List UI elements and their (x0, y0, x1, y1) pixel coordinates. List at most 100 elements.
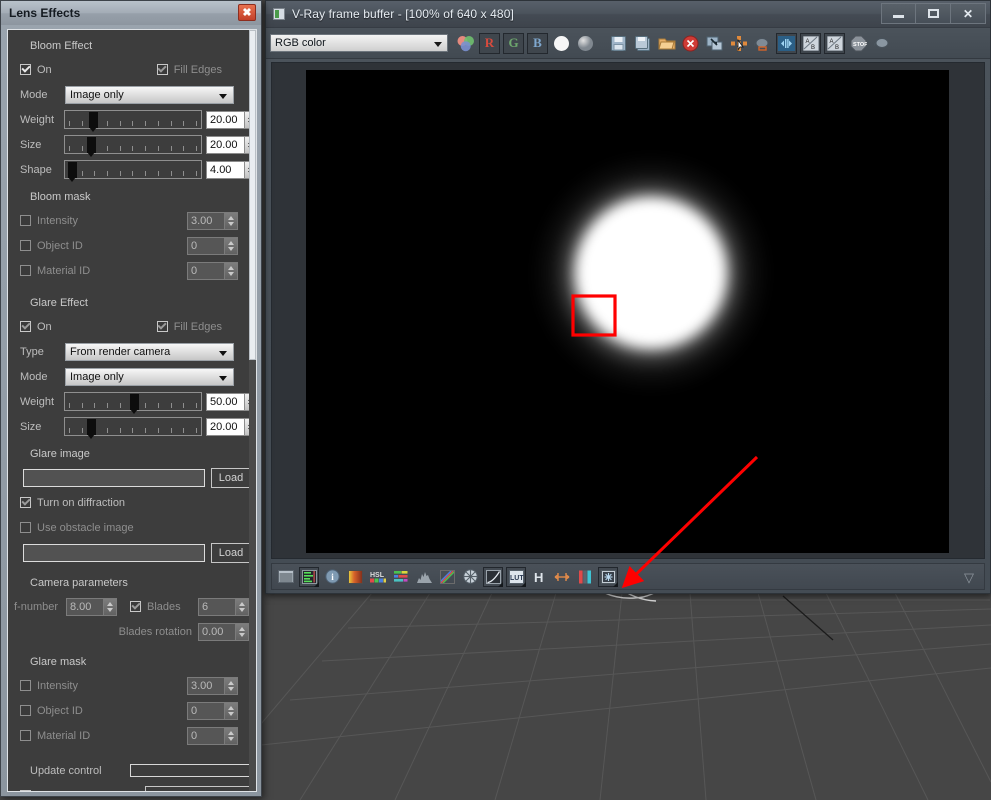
glare-mask-intensity-value[interactable]: 3.00 (187, 676, 225, 695)
glare-image-path-field[interactable] (23, 468, 205, 487)
channels-button[interactable] (299, 566, 319, 587)
color-corrections-button[interactable] (345, 567, 365, 587)
glare-type-select[interactable]: From render camera (65, 342, 234, 361)
glare-size-value[interactable]: 20.00 (206, 417, 246, 436)
blades-value[interactable]: 6 (198, 597, 236, 616)
slider-thumb[interactable] (130, 394, 140, 414)
vray-frame-buffer-window[interactable]: V-Ray frame buffer - [100% of 640 x 480]… (265, 0, 991, 594)
obstacle-path-field[interactable] (23, 543, 205, 562)
glare-mask-objectid-spinner[interactable] (225, 701, 238, 720)
exposure-button[interactable] (460, 567, 480, 587)
bloom-mask-objectid-checkbox[interactable] (20, 240, 31, 251)
hue-button[interactable]: H (529, 567, 549, 587)
track-mouse-button[interactable] (728, 33, 749, 54)
blades-rotation-spinner[interactable] (236, 622, 249, 641)
glare-on-checkbox[interactable] (20, 321, 31, 332)
slider-thumb[interactable] (87, 137, 97, 157)
glare-mask-intensity-checkbox[interactable] (20, 680, 31, 691)
rgb-channels-icon[interactable] (455, 33, 476, 54)
close-icon[interactable]: ✖ (238, 4, 256, 21)
bloom-mask-materialid-checkbox[interactable] (20, 265, 31, 276)
glare-mask-objectid-value[interactable]: 0 (187, 701, 225, 720)
bloom-mask-materialid-value[interactable]: 0 (187, 261, 225, 280)
color-curve-button[interactable] (437, 567, 457, 587)
blue-channel-button[interactable]: B (527, 32, 548, 54)
vfb-titlebar[interactable]: V-Ray frame buffer - [100% of 640 x 480]… (266, 1, 990, 28)
obstacle-load-button[interactable]: Load (211, 542, 251, 563)
fnumber-spinner[interactable] (104, 597, 117, 616)
load-image-button[interactable] (656, 33, 677, 54)
render-last-button[interactable] (752, 33, 773, 54)
bloom-weight-value[interactable]: 20.00 (206, 110, 246, 129)
curve-button[interactable] (483, 566, 503, 587)
save-image-button[interactable] (608, 33, 629, 54)
bloom-on-checkbox[interactable] (20, 64, 31, 75)
ab-compare-horizontal-button[interactable]: AB (800, 32, 821, 54)
bloom-mask-intensity-value[interactable]: 3.00 (187, 211, 225, 230)
red-channel-button[interactable]: R (479, 32, 500, 54)
lut-button[interactable]: LUT (506, 566, 526, 587)
alpha-grey-button[interactable] (575, 33, 596, 54)
lens-effects-scrollbar[interactable] (249, 30, 256, 791)
blades-checkbox[interactable] (130, 601, 141, 612)
slider-thumb[interactable] (87, 419, 97, 439)
bloom-mask-objectid-value[interactable]: 0 (187, 236, 225, 255)
glare-mask-intensity-spinner[interactable] (225, 676, 238, 695)
green-channel-button[interactable]: G (503, 32, 524, 54)
expand-panel-icon[interactable]: ▽ (964, 571, 974, 584)
start-render-button[interactable] (872, 33, 893, 54)
glare-mask-materialid-checkbox[interactable] (20, 730, 31, 741)
bloom-shape-value[interactable]: 4.00 (206, 160, 246, 179)
obstacle-image-checkbox[interactable] (20, 522, 31, 533)
bloom-shape-slider[interactable] (64, 160, 203, 182)
pixel-info-button[interactable]: i (322, 567, 342, 587)
glare-mask-materialid-value[interactable]: 0 (187, 726, 225, 745)
bloom-weight-slider[interactable] (64, 110, 203, 132)
glare-fill-edges-checkbox[interactable] (156, 321, 168, 332)
bloom-mask-intensity-checkbox[interactable] (20, 215, 31, 226)
ab-compare-vertical-button[interactable]: AB (824, 32, 845, 54)
bloom-mask-materialid-spinner[interactable] (225, 261, 238, 280)
glare-mode-select[interactable]: Image only (65, 367, 234, 386)
color-balance-button[interactable] (391, 567, 411, 587)
blades-rotation-value[interactable]: 0.00 (198, 622, 236, 641)
bloom-mask-intensity-spinner[interactable] (225, 211, 238, 230)
duplicate-vfb-button[interactable] (704, 33, 725, 54)
glare-size-slider[interactable] (64, 417, 203, 439)
glare-weight-value[interactable]: 50.00 (206, 392, 246, 411)
interactive-checkbox[interactable] (20, 790, 31, 791)
glare-mask-materialid-spinner[interactable] (225, 726, 238, 745)
scrollbar-thumb[interactable] (249, 30, 256, 360)
lens-effects-dialog[interactable]: Lens Effects ✖ Bloom Effect On Fill Edge… (0, 0, 262, 797)
color-clamp-button[interactable] (575, 567, 595, 587)
glare-image-load-button[interactable]: Load (211, 467, 251, 488)
hsl-button[interactable]: HSL (368, 567, 388, 587)
bloom-size-slider[interactable] (64, 135, 203, 157)
channel-select[interactable]: RGB color (270, 34, 448, 52)
horizontal-flip-button[interactable] (552, 567, 572, 587)
fnumber-value[interactable]: 8.00 (66, 597, 104, 616)
alpha-white-button[interactable] (551, 33, 572, 54)
minimize-button[interactable] (881, 3, 916, 24)
render-window-button[interactable] (276, 567, 296, 587)
stop-render-button[interactable]: STOP (848, 33, 869, 54)
bloom-mode-select[interactable]: Image only (65, 85, 234, 104)
slider-thumb[interactable] (89, 112, 99, 132)
glare-mask-objectid-checkbox[interactable] (20, 705, 31, 716)
clear-image-button[interactable] (680, 33, 701, 54)
close-button[interactable]: ✕ (951, 3, 986, 24)
render-image[interactable] (306, 70, 949, 553)
glare-weight-slider[interactable] (64, 392, 203, 414)
bloom-size-value[interactable]: 20.00 (206, 135, 246, 154)
bloom-mask-objectid-spinner[interactable] (225, 236, 238, 255)
bloom-fill-edges-checkbox[interactable] (156, 64, 168, 75)
blades-spinner[interactable] (236, 597, 249, 616)
diffraction-checkbox[interactable] (20, 497, 31, 508)
render-canvas-container[interactable] (271, 62, 985, 559)
maximize-button[interactable] (916, 3, 951, 24)
update-effects-button[interactable]: Update effects (145, 785, 255, 791)
save-all-channels-button[interactable] (632, 33, 653, 54)
show-region-button[interactable] (776, 32, 797, 54)
lens-effects-button[interactable] (598, 566, 618, 587)
lens-effects-titlebar[interactable]: Lens Effects ✖ (1, 1, 261, 25)
